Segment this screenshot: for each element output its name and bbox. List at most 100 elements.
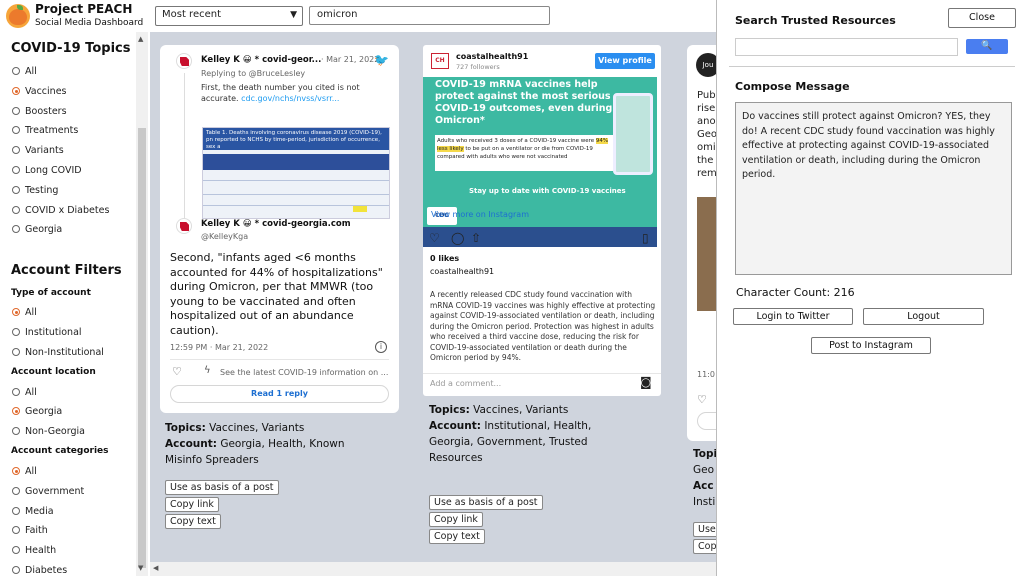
heart-icon[interactable]: ♡ [172, 365, 182, 378]
card3-reply-button[interactable] [697, 412, 716, 430]
tweet-reply-link[interactable]: cdc.gov/nchs/nvss/vsrr... [241, 94, 339, 103]
logout-button[interactable]: Logout [863, 308, 984, 325]
post-instagram-button[interactable]: Post to Instagram [811, 337, 931, 354]
sidebar: COVID-19 Topics All Vaccines Boosters Tr… [0, 32, 148, 576]
avatar [176, 218, 192, 234]
table-highlight [353, 206, 367, 212]
copy-text-button[interactable]: Copy text [165, 514, 221, 529]
copy-link-button[interactable]: Cop [693, 539, 716, 554]
search-icon[interactable]: 🔍 [966, 39, 1008, 54]
topic-option-long-covid[interactable]: Long COVID [12, 165, 82, 176]
location-option-non-georgia[interactable]: Non-Georgia [12, 426, 85, 437]
heart-icon[interactable]: ♡ [429, 231, 440, 245]
table-row [203, 180, 389, 181]
share-icon[interactable]: ⇧ [471, 231, 481, 245]
comment-icon[interactable]: ◯ [451, 231, 464, 245]
sidebar-scrollbar[interactable]: ▲ ▼ [136, 32, 148, 576]
type-option-all[interactable]: All [12, 307, 37, 318]
topic-option-georgia[interactable]: Georgia [12, 224, 62, 235]
read-reply-button[interactable]: Read 1 reply [170, 385, 389, 403]
topic-option-covid-diabetes[interactable]: COVID x Diabetes [12, 205, 109, 216]
ig-caption-user: coastalhealth91 [430, 267, 495, 276]
type-option-institutional[interactable]: Institutional [12, 327, 82, 338]
radio-selected-icon [12, 87, 20, 95]
radio-icon [12, 526, 20, 534]
tweet-reply-date: · Mar 21, 2022 [321, 55, 380, 64]
close-button[interactable]: Close [948, 8, 1016, 28]
search-input[interactable]: omicron [309, 6, 550, 25]
location-option-georgia[interactable]: Georgia [12, 406, 62, 417]
view-more-instagram-link[interactable]: View more on Instagram [431, 210, 529, 219]
scroll-down-icon[interactable]: ▼ [138, 564, 143, 572]
add-comment-input[interactable]: Add a comment... [430, 379, 501, 388]
info-icon[interactable]: i [375, 341, 387, 353]
copy-link-button[interactable]: Copy link [429, 512, 483, 527]
radio-icon [12, 206, 20, 214]
divider [729, 66, 1015, 67]
copy-text-button[interactable]: Copy text [429, 529, 485, 544]
divider [170, 359, 389, 360]
category-option-all[interactable]: All [12, 466, 37, 477]
card3-image[interactable] [697, 197, 716, 311]
tweet-table-image[interactable]: Table 1. Deaths involving coronavirus di… [202, 127, 390, 219]
heart-icon[interactable]: ♡ [697, 393, 707, 406]
instagram-icon[interactable]: ◙ [640, 375, 652, 389]
right-panel: Search Trusted Resources Close 🔍 Compose… [716, 0, 1024, 576]
card3-text: Pub rise ano Geo omi the rem [697, 90, 716, 179]
trusted-resources-search-input[interactable] [735, 38, 958, 56]
category-option-media[interactable]: Media [12, 506, 54, 517]
ig-post-image[interactable]: COVID-19 mRNA vaccines help protect agai… [423, 77, 657, 247]
radio-icon [12, 107, 20, 115]
use-as-basis-button[interactable]: Use as basis of a post [165, 480, 279, 495]
sidebar-scroll-thumb[interactable] [138, 128, 146, 568]
radio-icon [12, 487, 20, 495]
bookmark-icon[interactable]: ▯ [642, 231, 649, 245]
covid-info-link[interactable]: See the latest COVID-19 information on .… [220, 368, 388, 377]
topic-option-boosters[interactable]: Boosters [12, 106, 67, 117]
brand-subtitle: Social Media Dashboard [35, 18, 144, 28]
tweet-meta: Topics: Vaccines, Variants Account: Geor… [165, 420, 345, 468]
brand-title: Project PEACH [35, 2, 133, 16]
ig-account-name[interactable]: coastalhealth91 [456, 52, 528, 61]
partial-card: Jou Pub rise ano Geo omi the rem 11:0 ♡ [687, 45, 716, 441]
scroll-up-icon[interactable]: ▲ [138, 35, 143, 43]
location-option-all[interactable]: All [12, 387, 37, 398]
category-option-government[interactable]: Government [12, 486, 84, 497]
twitter-bird-icon: 🐦 [374, 53, 389, 67]
topic-option-treatments[interactable]: Treatments [12, 125, 78, 136]
topic-option-all[interactable]: All [12, 66, 37, 77]
ig-followers: 727 followers [456, 63, 500, 71]
radio-icon [12, 427, 20, 435]
topics-label: Topics: [165, 422, 206, 434]
view-profile-button[interactable]: View profile [595, 53, 655, 69]
table-title: Table 1. Deaths involving coronavirus di… [203, 128, 389, 150]
category-option-diabetes[interactable]: Diabetes [12, 565, 67, 576]
app-root: Project PEACH Social Media Dashboard Mos… [0, 0, 1024, 576]
category-option-faith[interactable]: Faith [12, 525, 48, 536]
feed-horizontal-scrollbar[interactable]: ◀ [150, 562, 716, 576]
topic-option-vaccines[interactable]: Vaccines [12, 86, 66, 97]
compose-textarea[interactable]: Do vaccines still protect against Omicro… [735, 102, 1012, 275]
account-filters-heading: Account Filters [11, 263, 122, 278]
card3-avatar: Jou [696, 53, 716, 77]
copy-link-button[interactable]: Copy link [165, 497, 219, 512]
header: Project PEACH Social Media Dashboard Mos… [0, 0, 716, 32]
tweet-reply-text: First, the death number you cited is not… [201, 83, 360, 103]
sort-select[interactable]: Most recent ▼ [155, 6, 303, 26]
divider [423, 373, 661, 374]
category-option-health[interactable]: Health [12, 545, 56, 556]
feed-area: Kelley K 😀 * covid-geor... · Mar 21, 202… [150, 32, 716, 562]
scroll-left-icon[interactable]: ◀ [153, 564, 158, 572]
topic-option-testing[interactable]: Testing [12, 185, 58, 196]
ig-image-headline: COVID-19 mRNA vaccines help protect agai… [435, 79, 613, 126]
topics-heading: COVID-19 Topics [11, 41, 131, 56]
use-as-basis-button[interactable]: Use [693, 522, 716, 537]
topic-option-variants[interactable]: Variants [12, 145, 64, 156]
type-option-non-institutional[interactable]: Non-Institutional [12, 347, 104, 358]
login-twitter-button[interactable]: Login to Twitter [733, 308, 853, 325]
account-label: Account: [165, 438, 217, 450]
use-as-basis-button[interactable]: Use as basis of a post [429, 495, 543, 510]
account-location-label: Account location [11, 367, 96, 377]
tweet-card: Kelley K 😀 * covid-geor... · Mar 21, 202… [160, 45, 399, 413]
table-row [203, 194, 389, 195]
